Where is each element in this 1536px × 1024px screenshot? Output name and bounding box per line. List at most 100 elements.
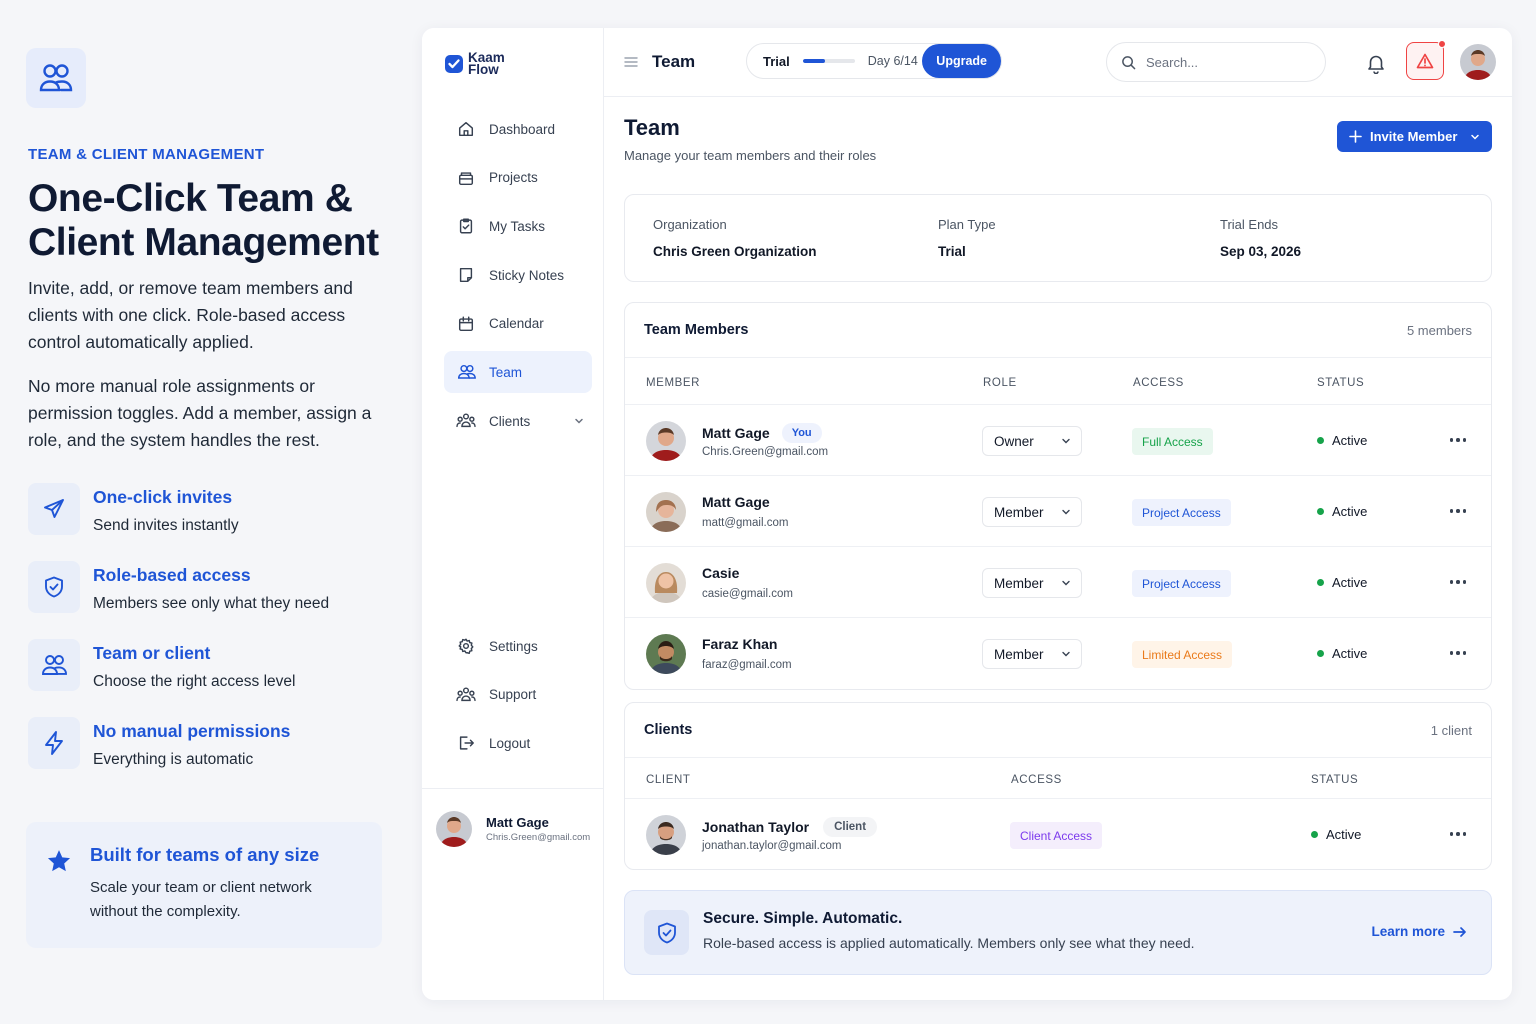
plus-icon	[1349, 130, 1362, 143]
search-placeholder: Search...	[1146, 54, 1199, 70]
brand-name: Flow	[468, 62, 499, 77]
avatar	[646, 563, 686, 603]
sidebar-item-projects[interactable]: Projects	[444, 157, 592, 199]
chevron-down-icon[interactable]	[574, 416, 584, 426]
avatar[interactable]	[1460, 44, 1496, 80]
member-email: matt@gmail.com	[702, 517, 789, 529]
client-email: jonathan.taylor@gmail.com	[702, 840, 842, 852]
promo-eyebrow: TEAM & CLIENT MANAGEMENT	[28, 146, 265, 163]
clients-count: 1 client	[1430, 723, 1472, 738]
status-badge: Active	[1317, 646, 1367, 661]
sidebar-item-dashboard[interactable]: Dashboard	[444, 108, 592, 150]
sidebar-item-sticky-notes[interactable]: Sticky Notes	[444, 254, 592, 296]
access-badge: Limited Access	[1132, 641, 1233, 668]
star-icon	[46, 848, 72, 948]
organization-card: Organization Chris Green Organization Pl…	[624, 194, 1492, 282]
gear-icon	[456, 637, 476, 655]
note-icon	[456, 266, 476, 284]
access-badge: Client Access	[1010, 822, 1103, 849]
feature-title: One-click invites	[93, 487, 233, 507]
clients-icon	[456, 412, 476, 430]
trial-label: Trial	[763, 53, 790, 69]
users-icon	[456, 363, 476, 381]
chevron-down-icon	[1061, 649, 1071, 659]
role-select[interactable]: Member	[982, 497, 1082, 527]
logout-icon	[456, 734, 476, 752]
built-desc: Scale your team or client network withou…	[90, 879, 312, 920]
avatar	[436, 811, 472, 847]
feature-desc: Everything is automatic	[93, 751, 254, 768]
topbar-title: Team	[652, 52, 696, 71]
sidebar-item-calendar[interactable]: Calendar	[444, 303, 592, 345]
feature-list: One-click invites Send invites instantly…	[28, 483, 388, 795]
more-options-icon[interactable]	[1449, 509, 1466, 513]
sidebar-item-label: Team	[489, 364, 523, 380]
role-select[interactable]: Member	[982, 568, 1082, 598]
learn-more-label: Learn more	[1371, 924, 1445, 939]
trial-ends-value: Sep 03, 2026	[1220, 244, 1302, 259]
more-options-icon[interactable]	[1449, 438, 1466, 442]
status-text: Active	[1332, 433, 1368, 448]
table-row: Casie casie@gmail.com Member Project Acc…	[625, 547, 1491, 618]
role-select[interactable]: Member	[982, 639, 1082, 669]
brand-logo[interactable]: Kaam Flow	[444, 51, 505, 77]
sidebar-user-card[interactable]: Matt Gage Chris.Green@gmail.com	[422, 788, 604, 847]
member-email: casie@gmail.com	[702, 588, 793, 600]
status-text: Active	[1332, 646, 1368, 661]
upgrade-button[interactable]: Upgrade	[922, 44, 1001, 78]
invite-member-button[interactable]: Invite Member	[1337, 121, 1492, 152]
avatar	[646, 815, 686, 855]
arrow-right-icon	[1453, 926, 1466, 937]
table-row: Jonathan Taylor Client jonathan.taylor@gm…	[625, 799, 1491, 870]
trial-ends-label: Trial Ends	[1220, 217, 1279, 232]
promo-paragraph: No more manual role assignments or permi…	[28, 376, 372, 450]
learn-more-link[interactable]: Learn more	[1371, 924, 1467, 939]
member-name: Casie	[702, 565, 740, 581]
folder-icon	[456, 169, 476, 187]
alert-button[interactable]	[1406, 40, 1446, 80]
security-info-banner: Secure. Simple. Automatic. Role-based ac…	[624, 890, 1492, 975]
more-options-icon[interactable]	[1449, 832, 1466, 836]
column-header-access: ACCESS	[1133, 377, 1184, 389]
table-row: Matt Gage matt@gmail.com Member Project …	[625, 476, 1491, 547]
promo-paragraph: Invite, add, or remove team members and …	[28, 278, 353, 352]
page-subtitle: Manage your team members and their roles	[624, 148, 877, 163]
avatar	[646, 492, 686, 532]
org-value: Chris Green Organization	[653, 244, 817, 259]
brand-check-icon	[445, 55, 463, 73]
send-icon	[28, 483, 80, 535]
bell-icon[interactable]	[1366, 53, 1386, 74]
more-options-icon[interactable]	[1449, 651, 1466, 655]
team-members-card: Team Members 5 members MEMBER ROLE ACCES…	[624, 302, 1492, 690]
member-email: faraz@gmail.com	[702, 659, 792, 671]
avatar	[646, 421, 686, 461]
feature-item: One-click invites Send invites instantly	[28, 483, 388, 561]
shield-check-icon	[644, 910, 689, 955]
support-icon	[456, 686, 476, 704]
role-value: Member	[994, 575, 1044, 591]
role-value: Member	[994, 646, 1044, 662]
menu-icon[interactable]	[624, 56, 638, 68]
sidebar-item-logout[interactable]: Logout	[444, 722, 592, 764]
trial-status-pill: Trial Day 6/14 Upgrade	[746, 43, 1002, 79]
sidebar-item-support[interactable]: Support	[444, 674, 592, 716]
table-row: Matt Gage You Chris.Green@gmail.com Owner…	[625, 405, 1491, 476]
status-text: Active	[1326, 827, 1362, 842]
sidebar-item-clients[interactable]: Clients	[444, 400, 592, 442]
access-badge: Project Access	[1132, 499, 1231, 526]
sidebar-item-label: Projects	[489, 170, 538, 186]
role-value: Owner	[994, 433, 1034, 449]
sidebar-item-label: Logout	[489, 735, 531, 751]
plan-label: Plan Type	[938, 217, 996, 232]
users-icon	[28, 639, 80, 691]
sidebar-item-settings[interactable]: Settings	[444, 625, 592, 667]
sidebar-item-my-tasks[interactable]: My Tasks	[444, 205, 592, 247]
sidebar-item-team[interactable]: Team	[444, 351, 592, 394]
search-input[interactable]: Search...	[1106, 42, 1326, 82]
sidebar-nav: Dashboard Projects My Tasks Sticky Notes…	[444, 108, 592, 449]
role-select[interactable]: Owner	[982, 426, 1082, 456]
invite-member-label: Invite Member	[1370, 129, 1458, 144]
more-options-icon[interactable]	[1449, 580, 1466, 584]
team-members-count: 5 members	[1406, 323, 1472, 338]
feature-desc: Members see only what they need	[93, 595, 330, 612]
